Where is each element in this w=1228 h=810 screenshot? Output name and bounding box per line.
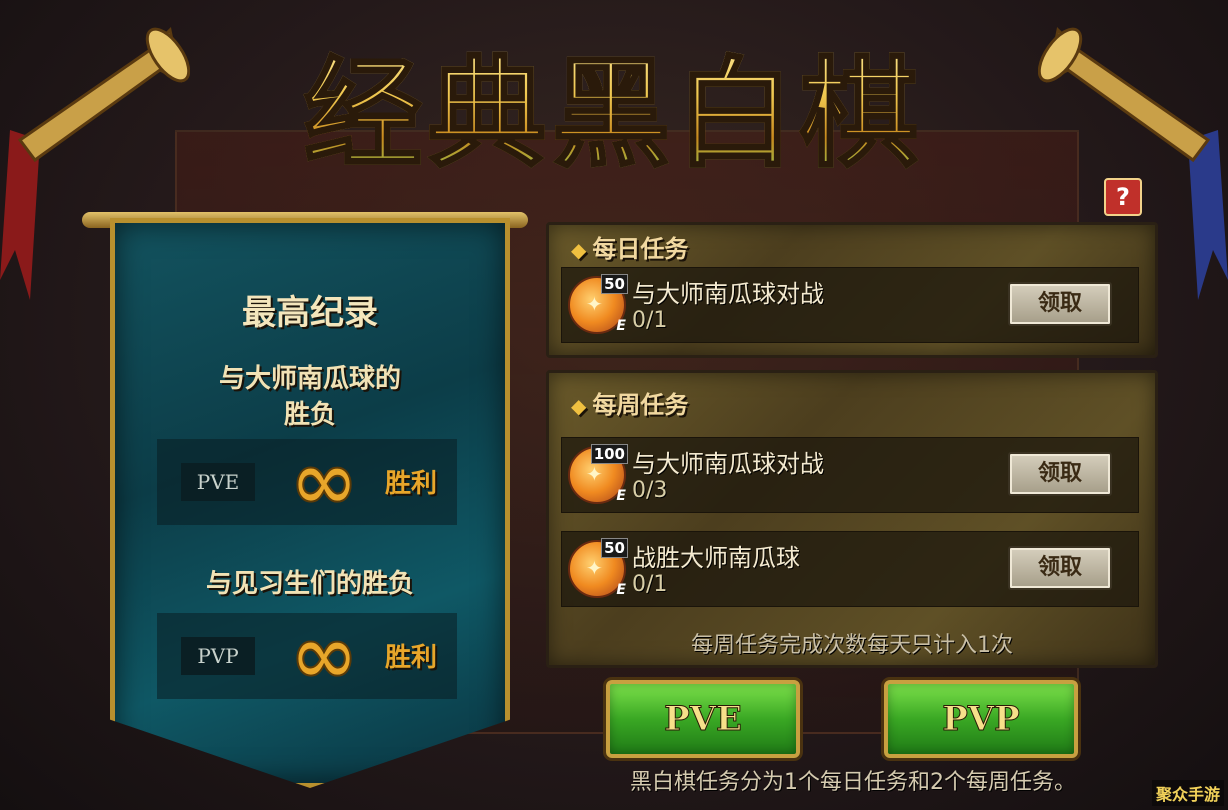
game-title: 经典黑白棋 bbox=[0, 18, 1228, 189]
reward-amount: 50 bbox=[601, 274, 628, 294]
help-book-icon[interactable]: ? bbox=[1104, 178, 1142, 216]
star-icon: ✦ bbox=[586, 292, 603, 316]
pve-infinity-score: ∞ bbox=[289, 434, 359, 529]
diamond-icon: ◆ bbox=[571, 238, 587, 262]
diamond-icon: ◆ bbox=[571, 394, 587, 418]
record-heading: 最高纪录 bbox=[242, 293, 378, 333]
reward-amount: 50 bbox=[601, 538, 628, 558]
star-icon: ✦ bbox=[586, 462, 603, 486]
task-progress: 0/3 bbox=[632, 478, 668, 503]
task-row: ✦ 50 E 与大师南瓜球对战 0/1 领取 bbox=[561, 267, 1139, 343]
energy-e-icon: E bbox=[616, 582, 626, 598]
task-name: 与大师南瓜球对战 bbox=[632, 450, 824, 478]
pve-mode-tag: PVE bbox=[181, 463, 255, 501]
task-name: 与大师南瓜球对战 bbox=[632, 280, 824, 308]
footer-note: 黑白棋任务分为1个每日任务和2个每周任务。 bbox=[630, 770, 1076, 795]
pumpkin-medal-icon: ✦ 100 E bbox=[568, 444, 628, 504]
task-name: 战胜大师南瓜球 bbox=[632, 544, 800, 572]
weekly-note: 每周任务完成次数每天只计入1次 bbox=[691, 633, 1013, 658]
daily-tasks-panel: ◆ 每日任务 ✦ 50 E 与大师南瓜球对战 0/1 领取 bbox=[546, 222, 1158, 358]
pvp-mode-tag: PVP bbox=[181, 637, 255, 675]
pvp-win-label: 胜利 bbox=[385, 643, 438, 673]
weekly-tasks-heading: ◆ 每周任务 bbox=[571, 385, 688, 420]
pumpkin-medal-icon: ✦ 50 E bbox=[568, 538, 628, 598]
vs-master-line2: 胜负 bbox=[283, 400, 336, 430]
pvp-score-row: PVP ∞ 胜利 bbox=[157, 613, 457, 699]
record-banner: 最高纪录 与大师南瓜球的 胜负 PVE ∞ 胜利 与见习生们的胜负 PVP ∞ … bbox=[110, 218, 510, 788]
task-progress: 0/1 bbox=[632, 308, 668, 333]
task-row: ✦ 100 E 与大师南瓜球对战 0/3 领取 bbox=[561, 437, 1139, 513]
daily-heading-text: 每日任务 bbox=[592, 235, 689, 263]
star-icon: ✦ bbox=[586, 556, 603, 580]
watermark: 聚众手游 bbox=[1151, 780, 1224, 806]
weekly-heading-text: 每周任务 bbox=[592, 391, 689, 419]
vs-trainee-label: 与见习生们的胜负 bbox=[205, 569, 414, 599]
pvp-infinity-score: ∞ bbox=[289, 608, 359, 703]
task-row: ✦ 50 E 战胜大师南瓜球 0/1 领取 bbox=[561, 531, 1139, 607]
daily-tasks-heading: ◆ 每日任务 bbox=[571, 229, 688, 264]
pumpkin-medal-icon: ✦ 50 E bbox=[568, 274, 628, 334]
weekly-tasks-panel: ◆ 每周任务 ✦ 100 E 与大师南瓜球对战 0/3 领取 ✦ 50 E 战胜大… bbox=[546, 370, 1158, 668]
claim-button[interactable]: 领取 bbox=[1008, 452, 1112, 496]
pvp-button[interactable]: PVP bbox=[884, 680, 1078, 758]
pve-score-row: PVE ∞ 胜利 bbox=[157, 439, 457, 525]
energy-e-icon: E bbox=[616, 488, 626, 504]
task-progress: 0/1 bbox=[632, 572, 668, 597]
pve-button[interactable]: PVE bbox=[606, 680, 800, 758]
vs-master-label: 与大师南瓜球的 胜负 bbox=[115, 361, 505, 433]
claim-button[interactable]: 领取 bbox=[1008, 282, 1112, 326]
reward-amount: 100 bbox=[590, 444, 628, 464]
pve-win-label: 胜利 bbox=[385, 469, 438, 499]
vs-master-line1: 与大师南瓜球的 bbox=[218, 364, 401, 394]
energy-e-icon: E bbox=[616, 318, 626, 334]
claim-button[interactable]: 领取 bbox=[1008, 546, 1112, 590]
